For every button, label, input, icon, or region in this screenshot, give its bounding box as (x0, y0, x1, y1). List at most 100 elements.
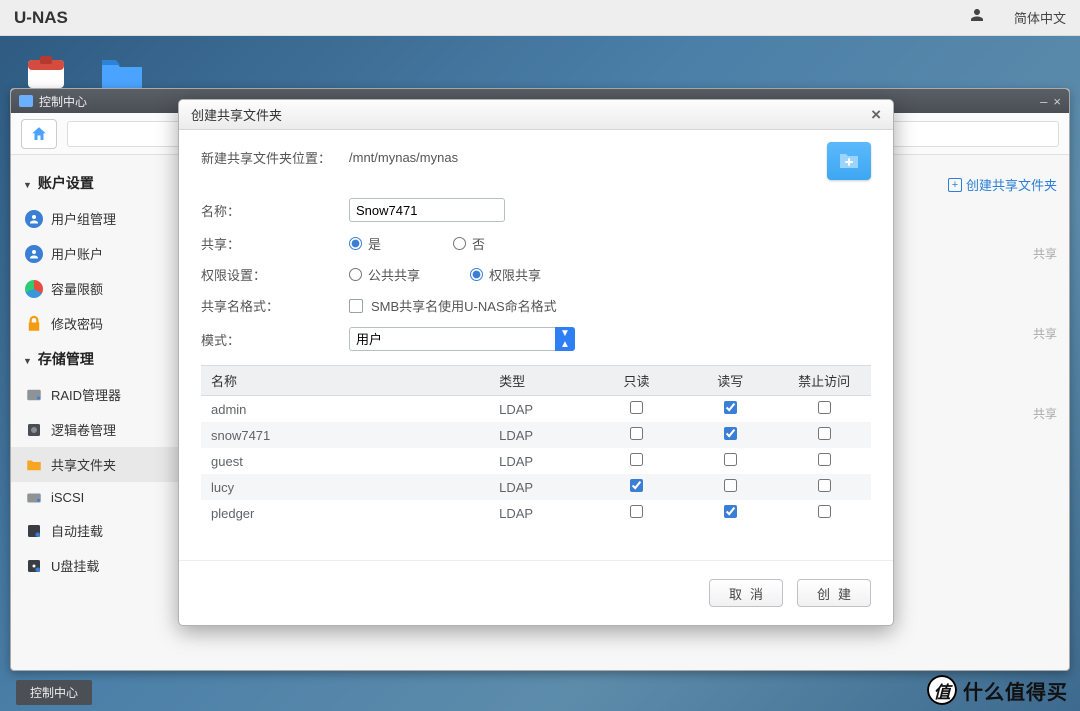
lock-icon (25, 315, 43, 333)
readwrite-checkbox[interactable] (724, 505, 737, 518)
cancel-button[interactable]: 取消 (709, 579, 783, 607)
cell-type: LDAP (489, 422, 590, 448)
share-no-radio[interactable]: 否 (453, 234, 485, 253)
col-deny: 禁止访问 (777, 366, 871, 396)
topbar: U-NAS 简体中文 (0, 0, 1080, 36)
cell-name: lucy (201, 474, 489, 500)
sidebar-item-quota[interactable]: 容量限额 (11, 271, 179, 306)
table-row: lucy LDAP (201, 474, 871, 500)
readonly-checkbox[interactable] (630, 427, 643, 440)
iscsi-icon (25, 489, 43, 507)
sidebar-item-usergroup[interactable]: 用户组管理 (11, 201, 179, 236)
sidebar-item-label: 容量限额 (51, 279, 103, 298)
permission-label: 权限设置： (201, 265, 331, 284)
mode-select[interactable]: 用户 ▼▲ (349, 327, 575, 351)
cell-name: snow7471 (201, 422, 489, 448)
window-close-icon[interactable]: × (1053, 94, 1061, 109)
format-checkbox[interactable] (349, 299, 363, 313)
sidebar-section-account[interactable]: 账户设置 (11, 165, 179, 201)
deny-checkbox[interactable] (818, 401, 831, 414)
home-button[interactable] (21, 119, 57, 149)
sidebar-item-usbmount[interactable]: U盘挂载 (11, 548, 179, 583)
deny-checkbox[interactable] (818, 505, 831, 518)
cell-type: LDAP (489, 396, 590, 423)
col-type: 类型 (489, 366, 590, 396)
desktop-folder-icon[interactable] (98, 52, 146, 92)
sidebar-item-label: 修改密码 (51, 314, 103, 333)
watermark-text: 什么值得买 (963, 676, 1068, 705)
folder-icon (25, 456, 43, 474)
mode-label: 模式： (201, 330, 331, 349)
cell-name: admin (201, 396, 489, 423)
perm-public-radio[interactable]: 公共共享 (349, 265, 420, 284)
automount-icon (25, 522, 43, 540)
table-row: guest LDAP (201, 448, 871, 474)
bg-text: 共享 (1033, 405, 1057, 422)
taskbar-item[interactable]: 控制中心 (16, 680, 92, 705)
close-icon[interactable]: × (871, 105, 881, 125)
dialog-titlebar[interactable]: 创建共享文件夹 × (179, 100, 893, 130)
col-name: 名称 (201, 366, 489, 396)
readonly-checkbox[interactable] (630, 453, 643, 466)
sidebar-item-label: U盘挂载 (51, 556, 99, 575)
readonly-checkbox[interactable] (630, 401, 643, 414)
create-button[interactable]: 创建 (797, 579, 871, 607)
desktop: 控制中心 – × 账户设置 用户组管理 用户账户 (0, 36, 1080, 711)
col-readwrite: 读写 (683, 366, 777, 396)
path-value: /mnt/mynas/mynas (349, 150, 458, 165)
bg-text: 共享 (1033, 325, 1057, 342)
sidebar-item-label: RAID管理器 (51, 385, 121, 404)
desktop-app-icon[interactable] (22, 52, 70, 92)
cell-type: LDAP (489, 474, 590, 500)
cell-type: LDAP (489, 448, 590, 474)
sidebar-item-label: iSCSI (51, 490, 84, 505)
deny-checkbox[interactable] (818, 427, 831, 440)
path-label: 新建共享文件夹位置： (201, 148, 331, 167)
sidebar-item-lvm[interactable]: 逻辑卷管理 (11, 412, 179, 447)
table-row: pledger LDAP (201, 500, 871, 526)
window-title: 控制中心 (39, 93, 87, 110)
raid-icon (25, 386, 43, 404)
sidebar-section-storage[interactable]: 存储管理 (11, 341, 179, 377)
readwrite-checkbox[interactable] (724, 453, 737, 466)
sidebar-item-label: 用户组管理 (51, 209, 116, 228)
window-icon (19, 95, 33, 107)
permission-table: 名称 类型 只读 读写 禁止访问 admin LDAP snow7471 LDA… (201, 365, 871, 526)
perm-private-radio[interactable]: 权限共享 (470, 265, 541, 284)
watermark-icon: 值 (927, 675, 957, 705)
readwrite-checkbox[interactable] (724, 427, 737, 440)
bg-text: 共享 (1033, 245, 1057, 262)
cell-name: guest (201, 448, 489, 474)
user-icon[interactable] (968, 6, 986, 29)
brand-logo: U-NAS (14, 8, 68, 28)
table-row: snow7471 LDAP (201, 422, 871, 448)
sidebar: 账户设置 用户组管理 用户账户 容量限额 修改密码 存储管理 (11, 155, 179, 670)
window-minimize-icon[interactable]: – (1040, 94, 1047, 109)
sidebar-item-iscsi[interactable]: iSCSI (11, 482, 179, 513)
sidebar-item-useraccount[interactable]: 用户账户 (11, 236, 179, 271)
language-selector[interactable]: 简体中文 (1014, 8, 1066, 27)
share-yes-radio[interactable]: 是 (349, 234, 381, 253)
piechart-icon (25, 280, 43, 298)
volume-icon (25, 421, 43, 439)
name-input[interactable] (349, 198, 505, 222)
sidebar-item-password[interactable]: 修改密码 (11, 306, 179, 341)
user-icon (25, 245, 43, 263)
add-folder-button[interactable] (827, 142, 871, 180)
sidebar-item-raid[interactable]: RAID管理器 (11, 377, 179, 412)
sidebar-item-label: 自动挂载 (51, 521, 103, 540)
readonly-checkbox[interactable] (630, 479, 643, 492)
deny-checkbox[interactable] (818, 453, 831, 466)
usb-icon (25, 557, 43, 575)
sidebar-item-sharedfolder[interactable]: 共享文件夹 (11, 447, 179, 482)
readonly-checkbox[interactable] (630, 505, 643, 518)
table-row: admin LDAP (201, 396, 871, 423)
readwrite-checkbox[interactable] (724, 479, 737, 492)
create-shared-folder-link[interactable]: + 创建共享文件夹 (948, 175, 1057, 194)
readwrite-checkbox[interactable] (724, 401, 737, 414)
deny-checkbox[interactable] (818, 479, 831, 492)
sidebar-item-automount[interactable]: 自动挂载 (11, 513, 179, 548)
plus-icon: + (948, 178, 962, 192)
name-label: 名称： (201, 201, 331, 220)
create-folder-dialog: 创建共享文件夹 × 新建共享文件夹位置： /mnt/mynas/mynas 名称… (178, 99, 894, 626)
